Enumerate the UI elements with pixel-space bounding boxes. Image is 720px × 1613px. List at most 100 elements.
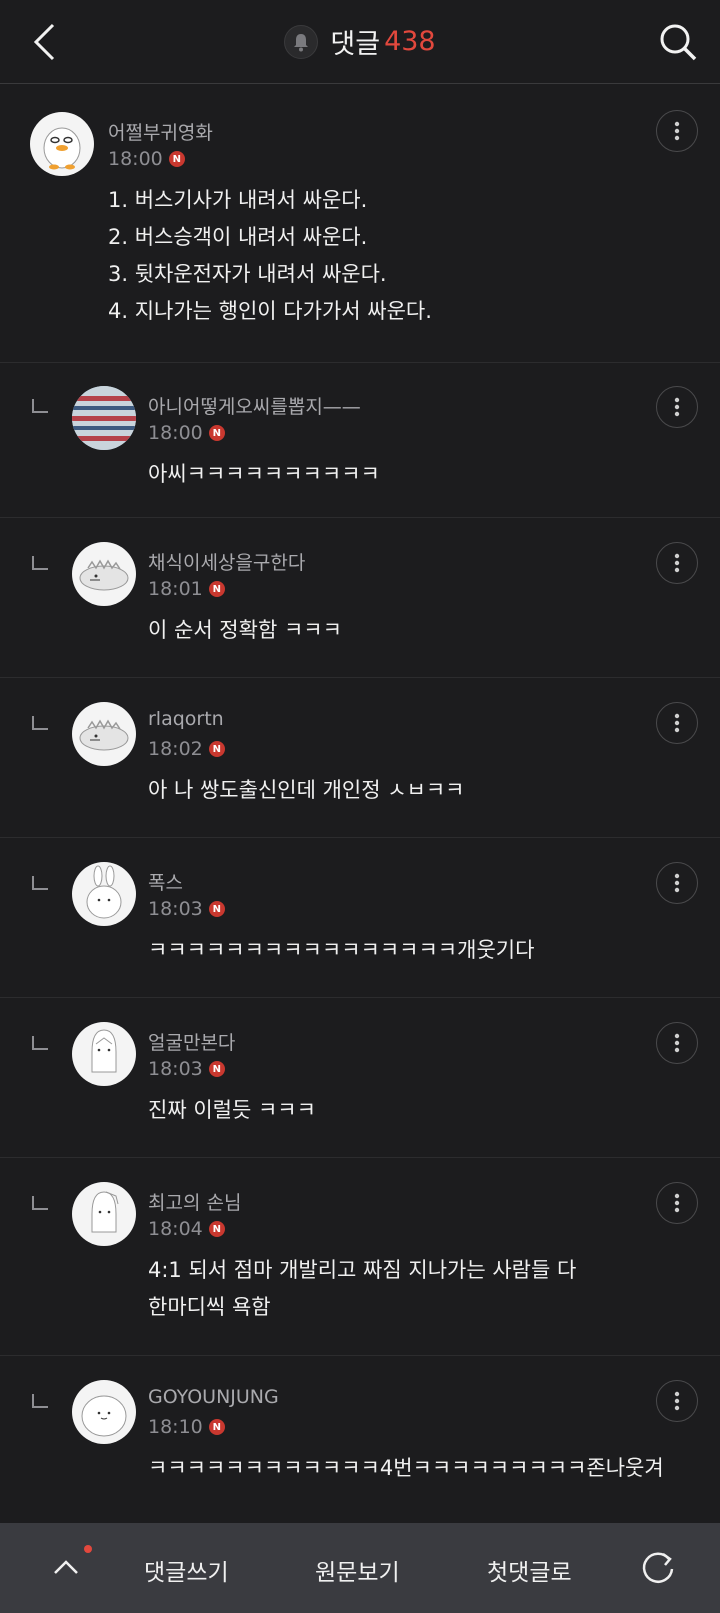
comment-nickname[interactable]: 채식이세상을구한다 (148, 548, 305, 575)
comment-time: 18:02 N (148, 738, 225, 760)
refresh-icon (642, 1552, 674, 1583)
avatar[interactable] (72, 386, 136, 450)
more-options-button[interactable] (656, 1022, 698, 1064)
reply-item: rlaqortn 18:02 N 아 나 쌍도출신인데 개인정 ㅅㅂㅋㅋ (0, 678, 720, 838)
avatar[interactable] (72, 862, 136, 926)
new-badge-icon: N (168, 151, 185, 167)
reply-item: 최고의 손님 18:04 N 4:1 되서 점마 개발리고 짜짐 지나가는 사람… (0, 1158, 720, 1356)
reply-item: GOYOUNJUNG 18:10 N ㅋㅋㅋㅋㅋㅋㅋㅋㅋㅋㅋㅋ4번ㅋㅋㅋㅋㅋㅋㅋ… (0, 1356, 720, 1516)
comment-time: 18:00 N (148, 422, 225, 444)
new-badge-icon: N (208, 1061, 225, 1077)
more-options-button[interactable] (656, 386, 698, 428)
dino-avatar-icon (79, 719, 129, 751)
photo-avatar-icon (72, 386, 136, 450)
notification-bell-button[interactable] (284, 24, 319, 59)
more-vertical-icon (674, 553, 680, 573)
reply-indicator-icon (32, 716, 48, 730)
comment-list: 어쩔부귀영화 18:00 N 1. 버스기사가 내려서 싸운다. 2. 버스승객… (0, 85, 720, 1516)
time-text: 18:02 (148, 738, 203, 760)
reply-indicator-icon (32, 1394, 48, 1408)
more-options-button[interactable] (656, 110, 698, 152)
comment-nickname[interactable]: GOYOUNJUNG (148, 1386, 279, 1408)
new-badge-icon: N (208, 581, 225, 597)
comment-nickname[interactable]: 폭스 (148, 868, 183, 895)
time-text: 18:10 (148, 1416, 203, 1438)
new-badge-icon: N (208, 1419, 225, 1435)
reply-item: 얼굴만본다 18:03 N 진짜 이럴듯 ㅋㅋㅋ (0, 998, 720, 1158)
search-icon (660, 24, 697, 61)
comment-count: 438 (384, 26, 436, 57)
bunny-avatar-icon (86, 865, 122, 919)
comment-nickname[interactable]: 어쩔부귀영화 (108, 118, 213, 145)
blob-avatar-icon (81, 1395, 127, 1437)
avatar[interactable] (72, 1022, 136, 1086)
top-bar: 댓글 438 (0, 0, 720, 84)
comment-text: 아 나 쌍도출신인데 개인정 ㅅㅂㅋㅋ (148, 778, 465, 802)
reply-indicator-icon (32, 399, 48, 413)
refresh-button[interactable] (638, 1549, 678, 1589)
comment-text: 1. 버스기사가 내려서 싸운다. 2. 버스승객이 내려서 싸운다. 3. 뒷… (108, 188, 432, 323)
reply-item: 채식이세상을구한다 18:01 N 이 순서 정확함 ㅋㅋㅋ (0, 518, 720, 678)
page-title: 댓글 (330, 29, 381, 60)
penguin-avatar-icon (91, 1029, 117, 1073)
reply-indicator-icon (32, 556, 48, 570)
comment-time: 18:00 N (108, 148, 185, 170)
comment-nickname[interactable]: 최고의 손님 (148, 1188, 241, 1215)
comment-time: 18:03 N (148, 1058, 225, 1080)
dino-avatar-icon (79, 559, 129, 591)
comment-text: ㅋㅋㅋㅋㅋㅋㅋㅋㅋㅋㅋㅋ4번ㅋㅋㅋㅋㅋㅋㅋㅋㅋ존나웃겨 (148, 1456, 664, 1480)
time-text: 18:00 (148, 422, 203, 444)
duck-avatar-icon (43, 127, 81, 170)
avatar[interactable] (72, 542, 136, 606)
more-vertical-icon (674, 1033, 680, 1053)
comment-text: 진짜 이럴듯 ㅋㅋㅋ (148, 1098, 316, 1122)
comment-nickname[interactable]: 얼굴만본다 (148, 1028, 235, 1055)
more-options-button[interactable] (656, 542, 698, 584)
chevron-up-icon (54, 1560, 78, 1574)
new-badge-icon: N (208, 741, 225, 757)
comment-item: 어쩔부귀영화 18:00 N 1. 버스기사가 내려서 싸운다. 2. 버스승객… (0, 85, 720, 363)
comment-time: 18:04 N (148, 1218, 225, 1240)
new-badge-icon: N (208, 425, 225, 441)
comment-text: ㅋㅋㅋㅋㅋㅋㅋㅋㅋㅋㅋㅋㅋㅋㅋㅋ개웃기다 (148, 938, 535, 962)
more-options-button[interactable] (656, 702, 698, 744)
unicorn-avatar-icon (91, 1191, 119, 1233)
more-vertical-icon (674, 121, 680, 141)
reply-item: 아니어떻게오씨를뽑지—— 18:00 N 아씨ㅋㅋㅋㅋㅋㅋㅋㅋㅋㅋ (0, 363, 720, 518)
notification-dot (84, 1545, 92, 1553)
comment-text: 이 순서 정확함 ㅋㅋㅋ (148, 618, 342, 642)
scroll-top-button[interactable] (46, 1547, 86, 1587)
time-text: 18:04 (148, 1218, 203, 1240)
bell-icon (294, 33, 309, 51)
avatar[interactable] (72, 702, 136, 766)
title-group: 댓글 438 (0, 22, 720, 61)
time-text: 18:03 (148, 1058, 203, 1080)
comment-nickname[interactable]: 아니어떻게오씨를뽑지—— (148, 392, 361, 419)
bottom-toolbar: 댓글쓰기 원문보기 첫댓글로 (0, 1523, 720, 1613)
reply-indicator-icon (32, 1036, 48, 1050)
avatar[interactable] (72, 1182, 136, 1246)
more-options-button[interactable] (656, 862, 698, 904)
comment-time: 18:01 N (148, 578, 225, 600)
more-options-button[interactable] (656, 1182, 698, 1224)
reply-item: 폭스 18:03 N ㅋㅋㅋㅋㅋㅋㅋㅋㅋㅋㅋㅋㅋㅋㅋㅋ개웃기다 (0, 838, 720, 998)
more-vertical-icon (674, 1193, 680, 1213)
comment-text: 4:1 되서 점마 개발리고 짜짐 지나가는 사람들 다 한마디씩 욕함 (148, 1258, 577, 1319)
comment-nickname[interactable]: rlaqortn (148, 708, 224, 730)
avatar[interactable] (72, 1380, 136, 1444)
time-text: 18:00 (108, 148, 163, 170)
comment-time: 18:03 N (148, 898, 225, 920)
more-options-button[interactable] (656, 1380, 698, 1422)
reply-indicator-icon (32, 876, 48, 890)
search-button[interactable] (654, 18, 702, 66)
time-text: 18:01 (148, 578, 203, 600)
more-vertical-icon (674, 873, 680, 893)
write-comment-button[interactable]: 댓글쓰기 (144, 1553, 229, 1587)
avatar[interactable] (30, 112, 94, 176)
view-original-button[interactable]: 원문보기 (315, 1553, 400, 1587)
first-comment-button[interactable]: 첫댓글로 (487, 1553, 572, 1587)
more-vertical-icon (674, 397, 680, 417)
time-text: 18:03 (148, 898, 203, 920)
more-vertical-icon (674, 713, 680, 733)
more-vertical-icon (674, 1391, 680, 1411)
